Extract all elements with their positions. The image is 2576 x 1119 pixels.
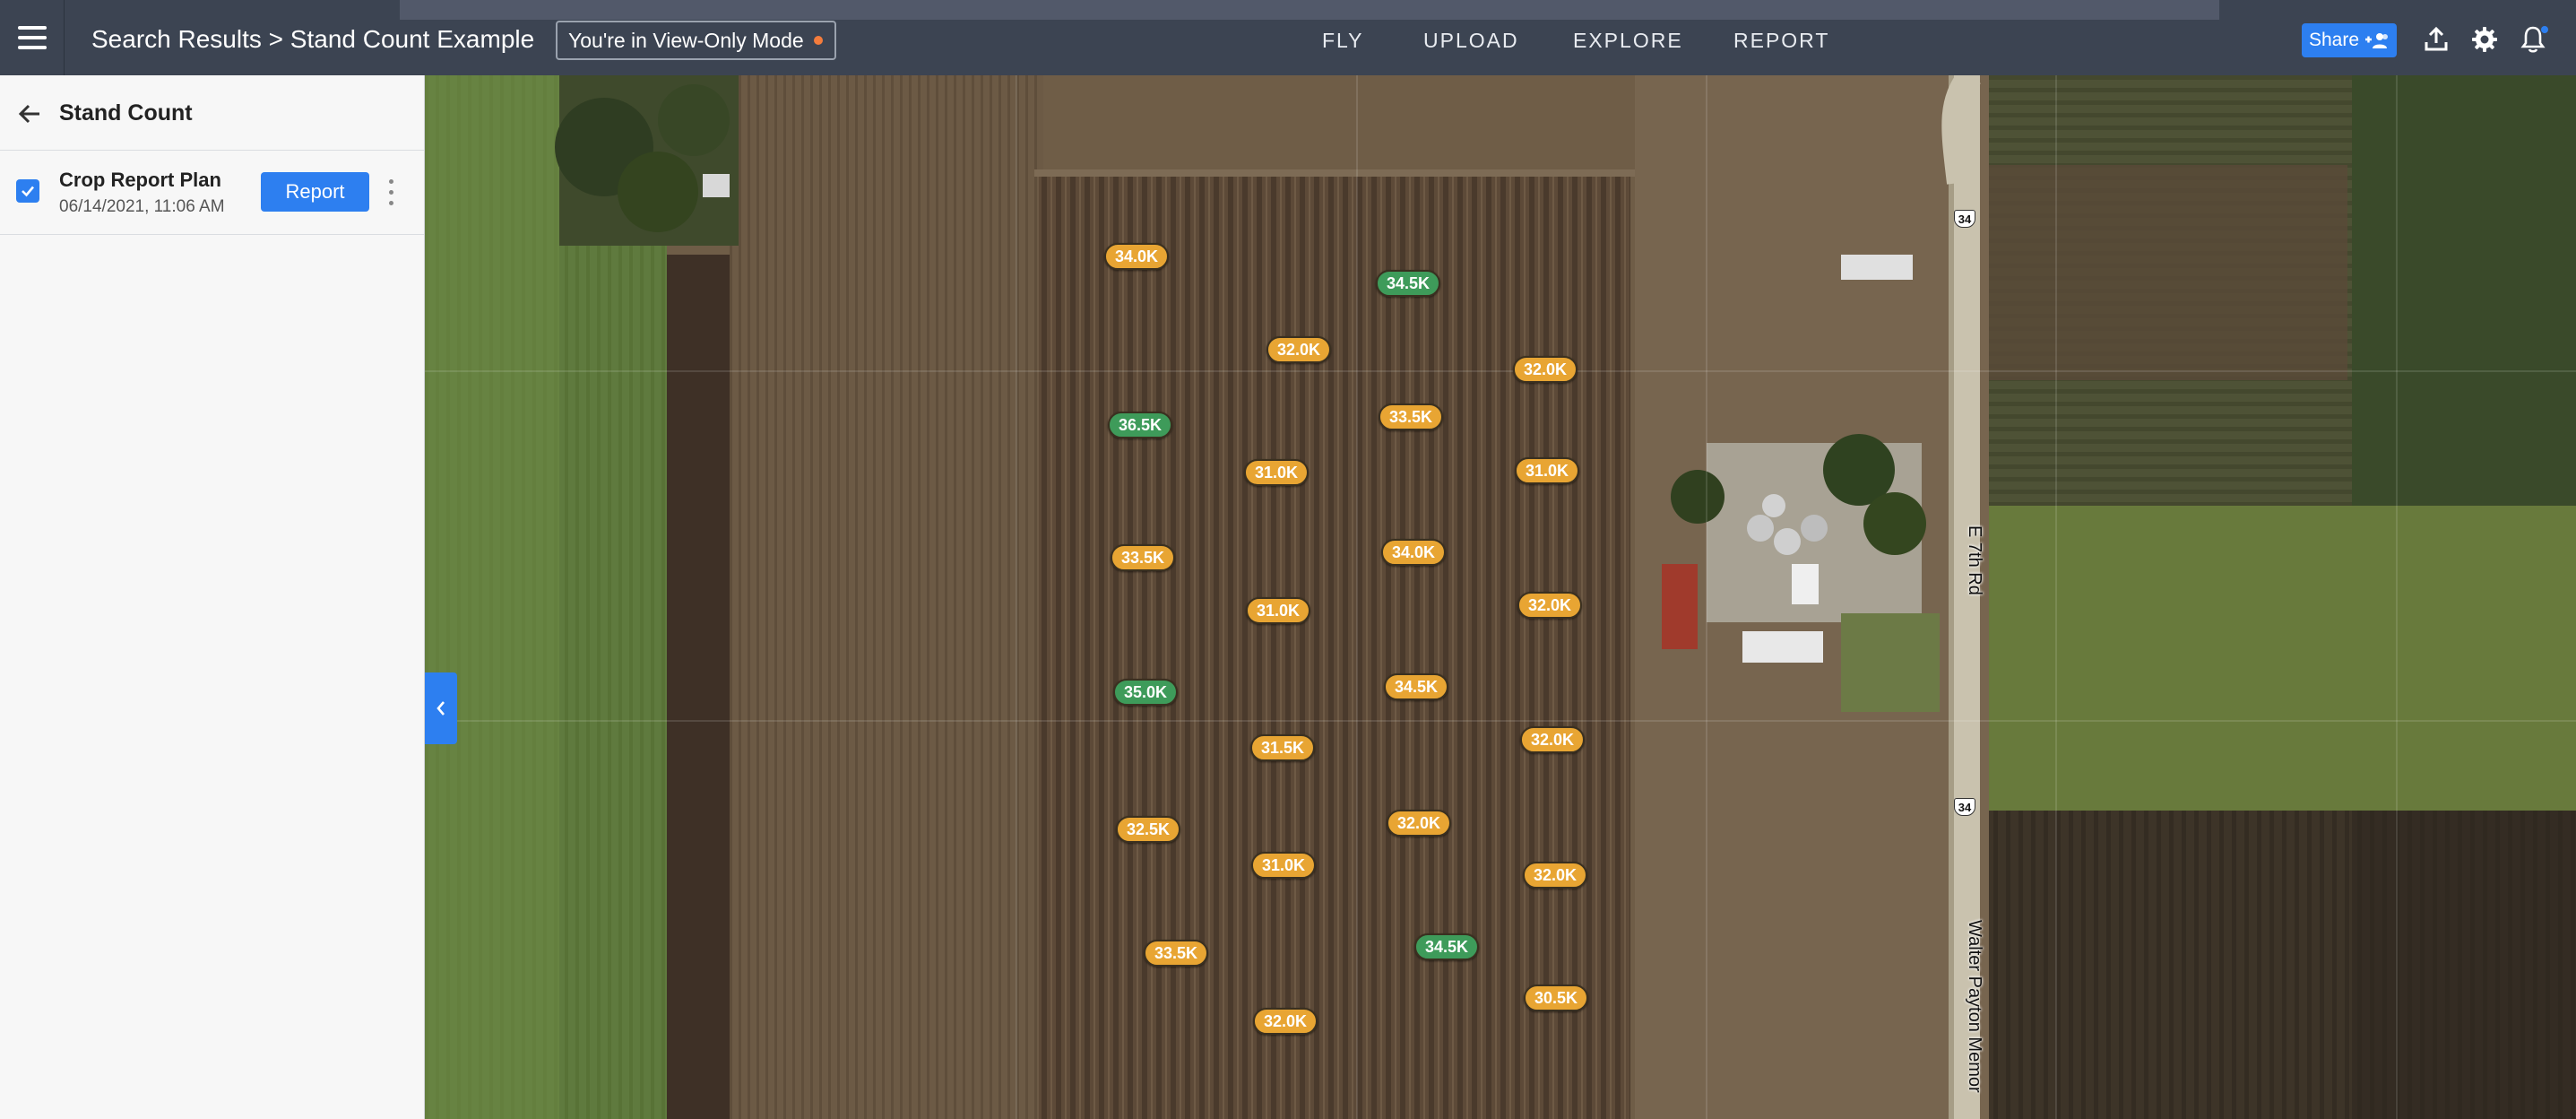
stand-count-label[interactable]: 31.0K [1250, 852, 1317, 879]
top-bar-stripe [400, 0, 2219, 20]
sidebar: Stand Count Crop Report Plan 06/14/2021,… [0, 75, 425, 1119]
road-label-walter-payton: Walter Payton Memor [1965, 920, 1984, 1093]
stand-count-label[interactable]: 32.0K [1512, 356, 1578, 383]
stand-count-label[interactable]: 34.0K [1103, 243, 1170, 270]
plan-checkbox[interactable] [16, 179, 39, 203]
back-arrow-icon[interactable] [14, 99, 45, 129]
status-dot-icon [813, 36, 823, 45]
stand-count-label[interactable]: 32.5K [1115, 816, 1181, 843]
view-only-badge: You're in View-Only Mode [556, 21, 836, 60]
stand-count-label[interactable]: 34.5K [1383, 673, 1449, 700]
upload-icon[interactable] [2420, 23, 2452, 56]
breadcrumb-separator: > [268, 25, 284, 53]
stand-count-label[interactable]: 32.0K [1522, 862, 1588, 889]
stand-count-label[interactable]: 34.5K [1375, 270, 1441, 297]
share-label: Share [2308, 30, 2360, 50]
checkmark-icon [22, 186, 34, 197]
notification-dot [2540, 25, 2549, 34]
chevron-left-icon [437, 701, 445, 716]
road-label-e7th: E 7th Rd [1965, 525, 1984, 595]
top-bar: Search Results > Stand Count Example You… [0, 0, 2576, 75]
plan-date: 06/14/2021, 11:06 AM [59, 197, 225, 216]
stand-count-label[interactable]: 32.0K [1386, 810, 1452, 837]
nav-upload[interactable]: UPLOAD [1423, 29, 1519, 53]
stand-count-label[interactable]: 33.5K [1143, 940, 1209, 967]
stand-count-label[interactable]: 32.0K [1266, 336, 1332, 363]
stand-count-label[interactable]: 36.5K [1107, 412, 1173, 438]
plan-row[interactable]: Crop Report Plan 06/14/2021, 11:06 AM Re… [0, 151, 424, 235]
route-shield-bottom: 34 [1954, 798, 1975, 816]
menu-icon [17, 26, 47, 49]
more-options-icon[interactable] [384, 176, 398, 208]
collapse-sidebar-button[interactable] [425, 672, 457, 744]
stand-count-label[interactable]: 32.0K [1517, 592, 1583, 619]
view-only-text: You're in View-Only Mode [568, 29, 804, 52]
stand-count-label[interactable]: 32.0K [1252, 1008, 1318, 1035]
bell-icon[interactable] [2517, 23, 2549, 56]
stand-count-label[interactable]: 33.5K [1378, 403, 1444, 430]
breadcrumb: Search Results > Stand Count Example [91, 25, 534, 54]
stand-count-label[interactable]: 32.0K [1519, 726, 1586, 753]
stand-count-label[interactable]: 31.5K [1249, 734, 1316, 761]
stand-count-label[interactable]: 35.0K [1112, 679, 1179, 706]
stand-count-label[interactable]: 34.5K [1413, 933, 1480, 960]
map-view[interactable]: 34 34 E 7th Rd Walter Payton Memor 34.0K… [425, 75, 2576, 1119]
stand-count-label[interactable]: 31.0K [1243, 459, 1310, 486]
nav-report[interactable]: REPORT [1733, 29, 1829, 53]
breadcrumb-current: Stand Count Example [290, 25, 535, 53]
nav-explore[interactable]: EXPLORE [1573, 29, 1683, 53]
stand-count-label[interactable]: 30.5K [1523, 985, 1589, 1011]
stand-count-label[interactable]: 34.0K [1380, 539, 1447, 566]
nav-fly[interactable]: FLY [1322, 29, 1363, 53]
share-button[interactable]: Share [2302, 23, 2397, 57]
hamburger-menu-button[interactable] [0, 0, 65, 75]
stand-count-label[interactable]: 31.0K [1514, 457, 1580, 484]
add-people-icon [2365, 33, 2389, 48]
route-shield-top: 34 [1954, 210, 1975, 228]
breadcrumb-parent[interactable]: Search Results [91, 25, 262, 53]
sidebar-title: Stand Count [59, 100, 193, 126]
satellite-imagery [425, 75, 2576, 1119]
stand-count-label[interactable]: 33.5K [1110, 544, 1176, 571]
stand-count-label[interactable]: 31.0K [1245, 597, 1311, 624]
gear-icon[interactable] [2468, 23, 2501, 56]
plan-name: Crop Report Plan [59, 169, 221, 191]
report-button[interactable]: Report [261, 172, 369, 212]
sidebar-header: Stand Count [0, 75, 424, 151]
